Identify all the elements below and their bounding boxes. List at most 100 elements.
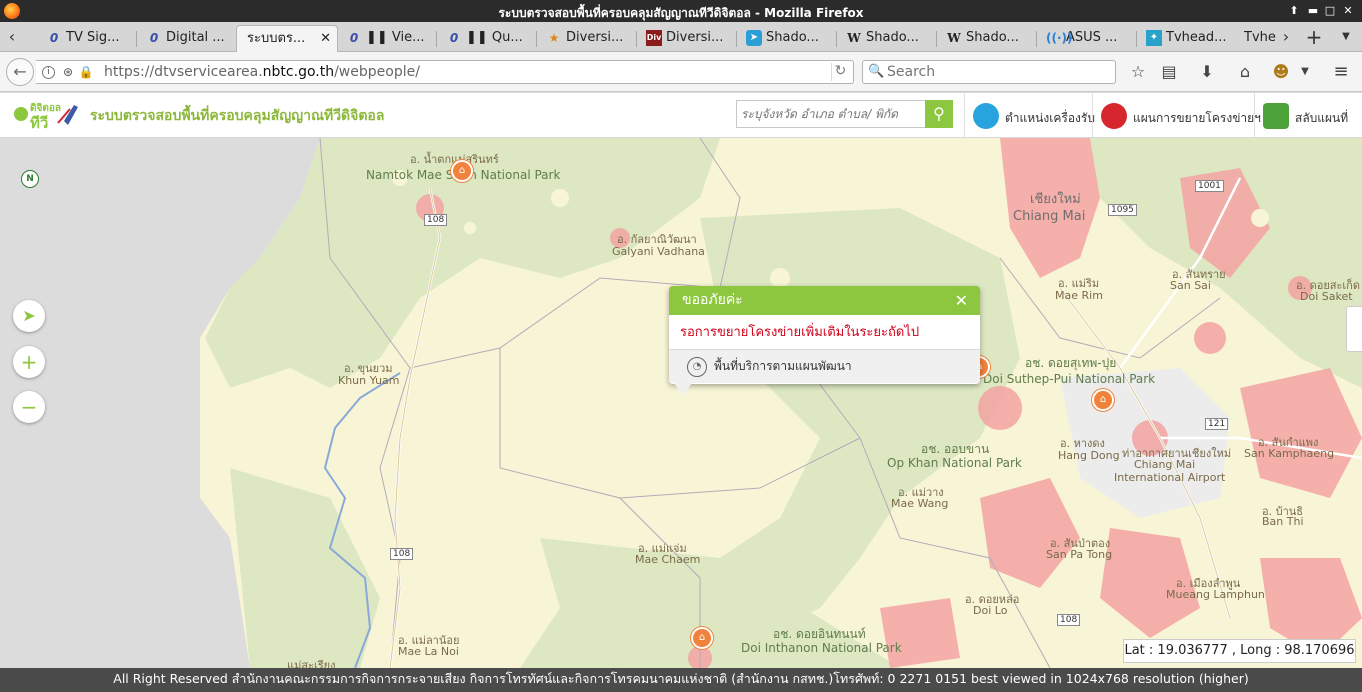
telegram-icon: ➤ (746, 30, 762, 46)
tab-11[interactable]: ✦ Tvhead... (1138, 25, 1234, 52)
coordinates-readout: Lat : 19.036777 , Long : 98.170696 (1123, 639, 1356, 663)
map-label: San Pa Tong (1046, 548, 1113, 561)
map-label: Op Khan National Park (887, 456, 1022, 470)
place-search-button[interactable]: ⚲ (925, 100, 953, 128)
list-tabs-button[interactable]: ▼ (1336, 27, 1356, 47)
place-search-input[interactable] (741, 102, 921, 126)
bookmark-star-icon[interactable]: ☆ (1127, 62, 1149, 82)
transmitter-tower-icon[interactable]: ⌂ (1092, 389, 1114, 411)
home-icon[interactable]: ⌂ (1234, 62, 1256, 82)
lock-icon[interactable]: 🔒 (78, 64, 94, 80)
locate-me-button[interactable]: ➤ (13, 300, 45, 332)
tracking-shield-icon[interactable]: ⊛ (60, 64, 76, 80)
road-shield: 1095 (1108, 204, 1137, 216)
back-button[interactable]: ← (6, 58, 34, 86)
map-label: Mueang Lamphun (1166, 588, 1265, 601)
close-tab-icon[interactable]: ✕ (320, 26, 331, 52)
place-search-box[interactable] (736, 100, 926, 128)
opera-icon: 0 (149, 31, 159, 45)
restore-arrow-icon[interactable]: ⬆ (1286, 3, 1302, 19)
reading-list-icon[interactable]: ▤ (1158, 62, 1180, 82)
map-label: Galyani Vadhana (612, 245, 705, 258)
tab-12[interactable]: Tvhe (1238, 25, 1278, 52)
map-label: Mae Rim (1055, 289, 1103, 302)
map-label: Mae Wang (891, 497, 949, 510)
tab-label: Digital ... (166, 30, 225, 45)
close-popup-icon[interactable]: ✕ (955, 286, 968, 315)
tab-7[interactable]: ➤ Shado... (738, 25, 834, 52)
menu-hamburger-icon[interactable]: ≡ (1330, 62, 1352, 82)
map-label: Ban Thi (1262, 515, 1304, 528)
zoom-out-button[interactable]: − (13, 391, 45, 423)
map-label: Mae Chaem (635, 553, 701, 566)
opera-icon: 0 (449, 31, 459, 45)
extension-icon[interactable]: ☻ (1270, 62, 1292, 82)
window-title: ระบบตรวจสอบพื้นที่ครอบคลุมสัญญาณทีวีดิจิ… (498, 6, 864, 20)
transmitter-tower-icon[interactable]: ⌂ (451, 160, 473, 182)
div-icon: Div (646, 30, 662, 46)
tab-1[interactable]: 0 Digital ... (138, 25, 234, 52)
road-shield: 108 (390, 548, 414, 560)
switch-map-label: สลับแผนที่ (1295, 111, 1349, 125)
tab-0[interactable]: 0 TV Sig... (38, 25, 134, 52)
reload-icon[interactable]: ↻ (831, 63, 849, 81)
tab-strip: ‹ 0 TV Sig... 0 Digital ... ระบบตร... ✕ … (0, 22, 1362, 52)
tab-3[interactable]: 0 ❚❚ Vie... (338, 25, 434, 52)
minimize-button[interactable]: ▬ (1305, 3, 1321, 19)
tab-label: ASUS ... (1066, 30, 1118, 45)
browser-search-input[interactable] (887, 63, 1107, 81)
signal-tower-icon (1101, 103, 1127, 129)
map-label: Doi Inthanon National Park (741, 641, 902, 655)
road-shield: 1001 (1195, 180, 1224, 192)
location-pin-icon (973, 103, 999, 129)
zoom-in-button[interactable]: + (13, 346, 45, 378)
road-shield: 108 (1057, 614, 1081, 626)
map-label: Doi Lo (973, 604, 1008, 617)
info-icon[interactable]: i (42, 66, 55, 79)
receiver-location-label: ตำแหน่งเครื่องรับ (1005, 111, 1095, 125)
svg-text:ดิจิตอล: ดิจิตอล (30, 102, 61, 114)
tab-5[interactable]: ★ Diversi... (538, 25, 634, 52)
tab-2-active[interactable]: ระบบตร... ✕ (236, 25, 338, 52)
maximize-button[interactable]: □ (1322, 3, 1338, 19)
popup-footer-label: พื้นที่บริการตามแผนพัฒนา (714, 359, 852, 373)
map-tools-handle[interactable] (1346, 306, 1362, 352)
map-label: Chiang Mai (1134, 458, 1196, 471)
tab-4[interactable]: 0 ❚❚ Qu... (438, 25, 534, 52)
wikipedia-icon: W (847, 31, 861, 45)
network-expansion-plan-button[interactable]: แผนการขยายโครงข่ายฯ (1092, 93, 1261, 138)
scroll-tabs-right-button[interactable]: › (1276, 27, 1296, 47)
tab-8[interactable]: W Shado... (838, 25, 934, 52)
downloads-icon[interactable]: ⬇ (1196, 62, 1218, 82)
map-canvas[interactable]: N ➤ + − อ. น้ำตกแม่สุรินทร์ Namtok Mae S… (0, 138, 1362, 668)
opera-icon: 0 (49, 31, 59, 45)
map-base-layer (0, 138, 1362, 668)
digital-tv-logo: ดิจิตอล ทีวี (14, 102, 78, 132)
navigation-bar: i ⊛ 🔒 https://dtvservicearea.nbtc.go.th/… (0, 52, 1362, 92)
url-text[interactable]: https://dtvservicearea.nbtc.go.th/webpeo… (104, 64, 420, 80)
map-label: Doi Saket (1300, 290, 1353, 303)
url-bar[interactable]: i ⊛ 🔒 https://dtvservicearea.nbtc.go.th/… (36, 60, 854, 84)
scroll-tabs-left-button[interactable]: ‹ (2, 27, 22, 47)
tab-label: ระบบตร... (247, 31, 306, 46)
map-label: San Sai (1170, 279, 1211, 292)
transmitter-tower-icon[interactable]: ⌂ (691, 627, 713, 649)
popup-message: รอการขยายโครงข่ายเพิ่มเติมในระยะถัดไป (669, 315, 980, 350)
map-label: อช. ดอยสุเทพ-ปุย (1025, 356, 1117, 370)
tab-label: Shado... (966, 30, 1019, 45)
receiver-location-button[interactable]: ตำแหน่งเครื่องรับ (964, 93, 1095, 138)
site-footer: All Right Reserved สำนักงานคณะกรรมการกิจ… (0, 668, 1362, 692)
tab-6[interactable]: Div Diversi... (638, 25, 734, 52)
switch-map-button[interactable]: สลับแผนที่ (1254, 93, 1362, 138)
tab-9[interactable]: W Shado... (938, 25, 1034, 52)
tab-label: Shado... (766, 30, 819, 45)
close-window-button[interactable]: ✕ (1340, 3, 1356, 19)
extension-dropdown-icon[interactable]: ▼ (1294, 62, 1316, 82)
tab-label: Tvhead... (1166, 30, 1227, 45)
tab-label: Diversi... (566, 30, 624, 45)
tab-10[interactable]: ((·)) ASUS ... (1038, 25, 1134, 52)
map-label: แม่สะเรียง (287, 659, 336, 668)
popup-title: ขออภัยค่ะ (682, 292, 743, 308)
browser-search-box[interactable]: 🔍 (862, 60, 1116, 84)
new-tab-button[interactable]: + (1304, 27, 1324, 47)
